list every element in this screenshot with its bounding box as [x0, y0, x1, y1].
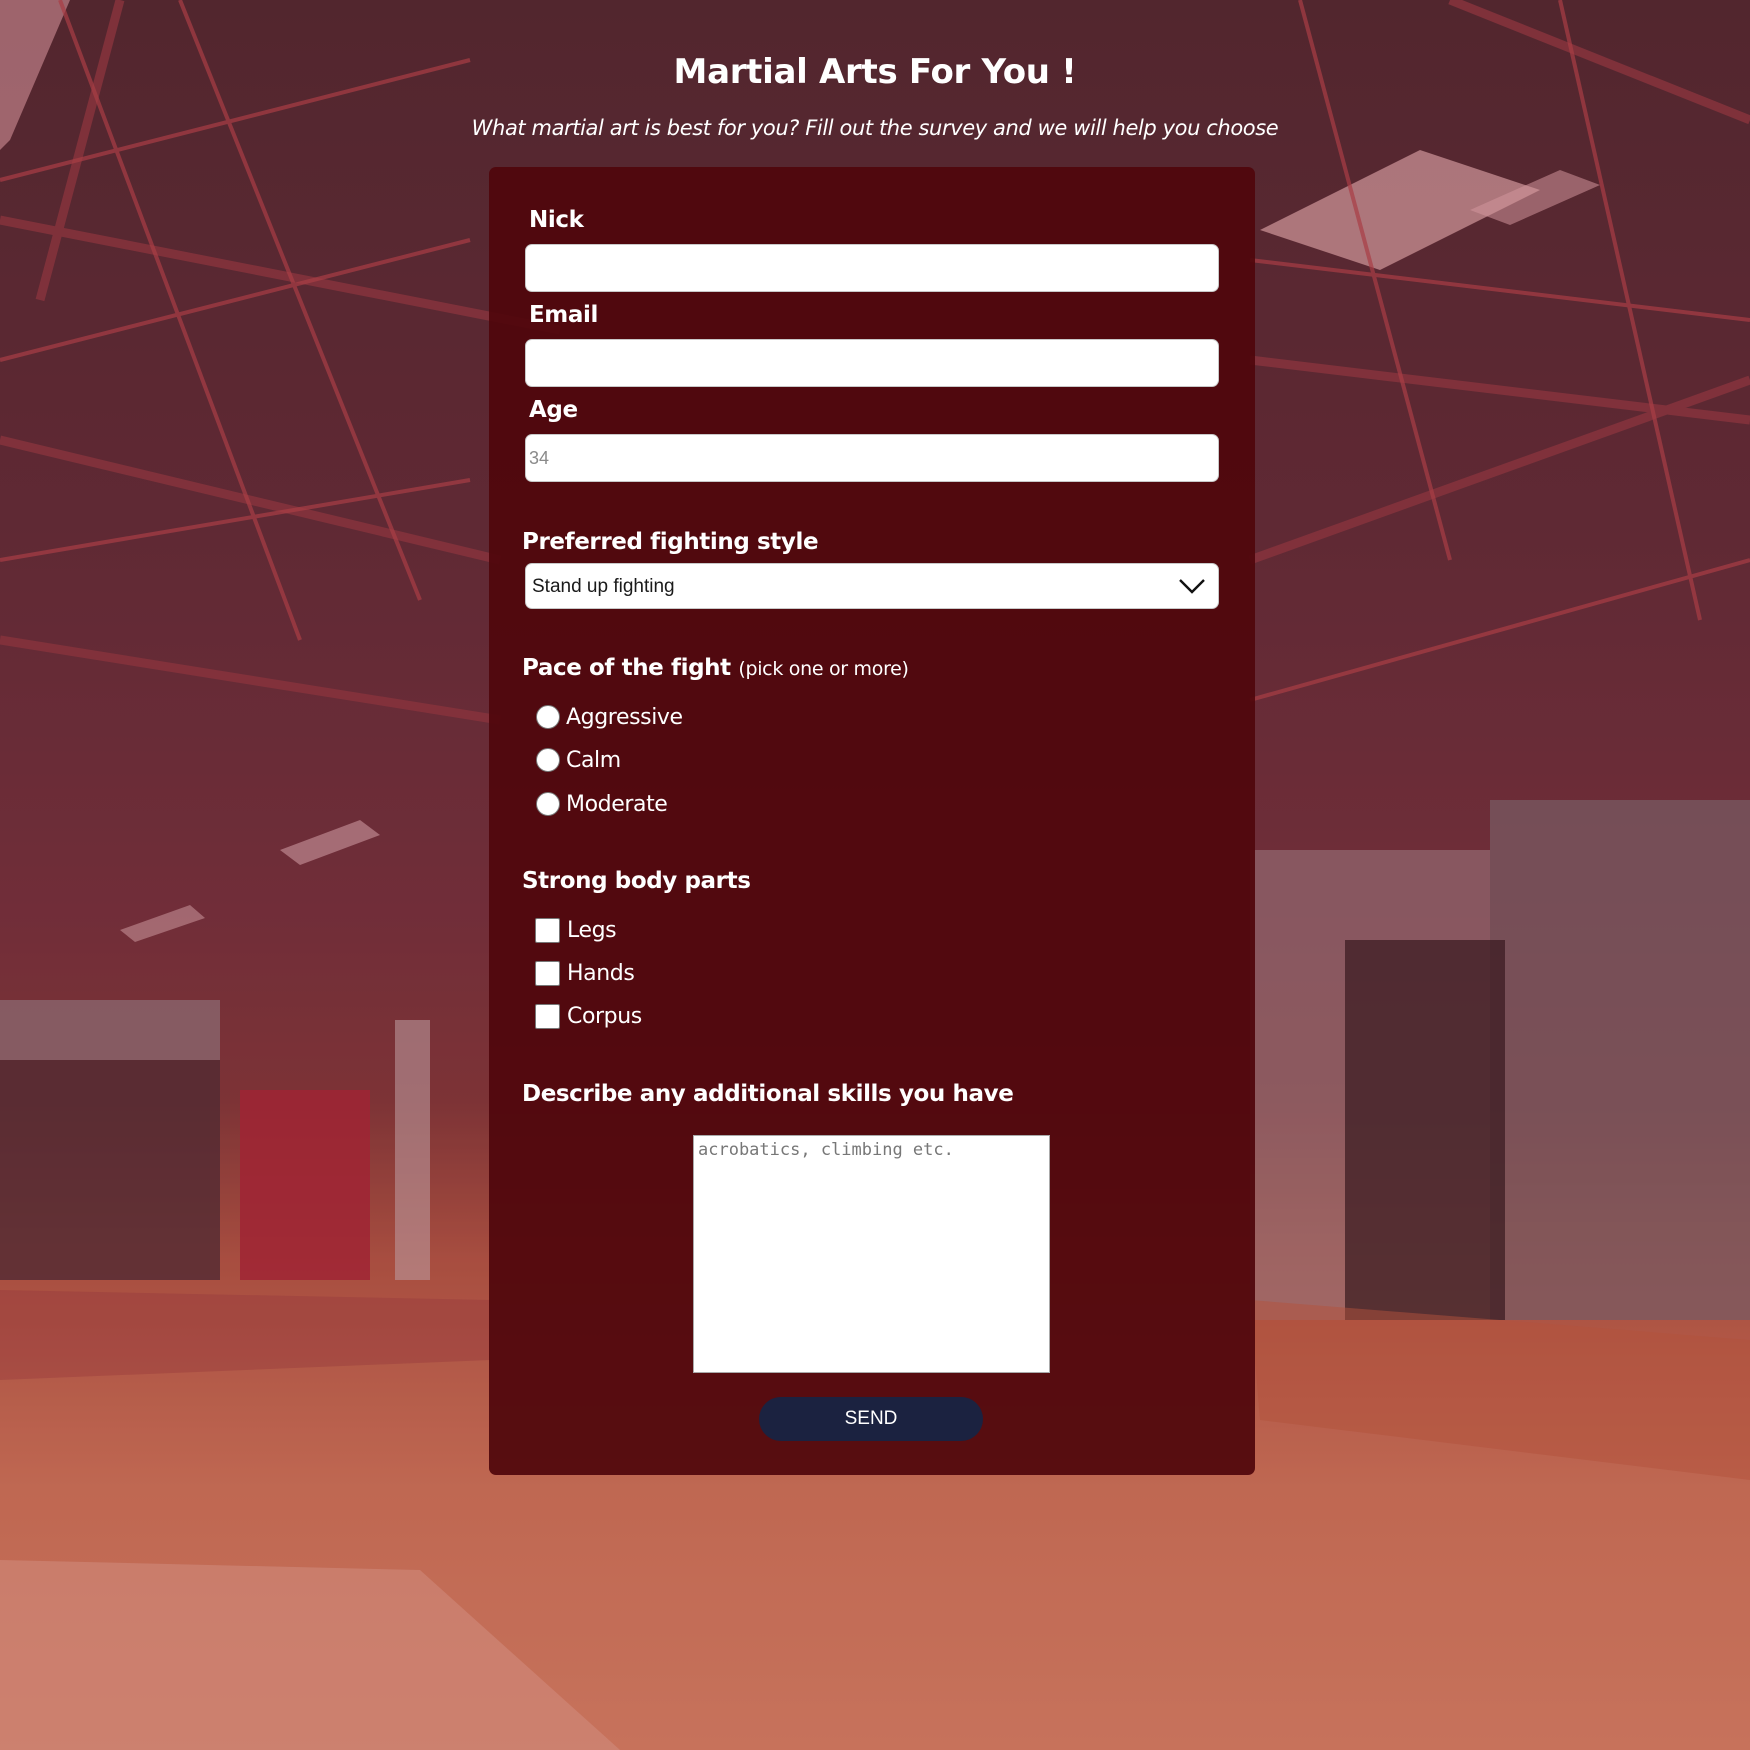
fight-pace-hint: (pick one or more) [738, 658, 909, 680]
fighting-style-select[interactable]: Stand up fighting [525, 563, 1219, 609]
nick-label: Nick [529, 207, 584, 233]
page-subtitle: What martial art is best for you? Fill o… [471, 116, 1279, 140]
fighting-style-selected-value: Stand up fighting [532, 576, 675, 597]
send-button[interactable]: SEND [759, 1397, 983, 1441]
radio-moderate[interactable] [536, 792, 560, 816]
skills-textarea[interactable] [693, 1135, 1050, 1373]
body-part-option-corpus[interactable]: Corpus [535, 1001, 642, 1031]
fight-pace-label-text: Pace of the fight [522, 655, 731, 681]
age-input[interactable] [525, 434, 1219, 482]
checkbox-legs[interactable] [535, 917, 560, 943]
age-label: Age [529, 397, 578, 423]
email-label: Email [529, 302, 598, 328]
body-part-option-label: Corpus [567, 1003, 642, 1029]
pace-option-label: Aggressive [566, 704, 683, 730]
radio-aggressive[interactable] [536, 705, 560, 729]
page-title: Martial Arts For You ! [673, 52, 1077, 92]
chevron-down-icon [1179, 579, 1205, 594]
checkbox-hands[interactable] [535, 960, 560, 986]
pace-option-calm[interactable]: Calm [536, 745, 621, 775]
email-input[interactable] [525, 339, 1219, 387]
body-part-option-label: Legs [567, 917, 617, 943]
body-parts-label: Strong body parts [522, 868, 751, 894]
fighting-style-label: Preferred fighting style [522, 529, 819, 555]
pace-option-aggressive[interactable]: Aggressive [536, 702, 683, 732]
skills-label: Describe any additional skills you have [522, 1081, 1014, 1107]
body-part-option-hands[interactable]: Hands [535, 958, 635, 988]
body-part-option-legs[interactable]: Legs [535, 915, 617, 945]
pace-option-label: Calm [566, 747, 621, 773]
survey-form: Nick Email Age Preferred fighting style … [489, 167, 1255, 1475]
nick-input[interactable] [525, 244, 1219, 292]
pace-option-moderate[interactable]: Moderate [536, 789, 668, 819]
pace-option-label: Moderate [566, 791, 668, 817]
radio-calm[interactable] [536, 748, 560, 772]
checkbox-corpus[interactable] [535, 1003, 560, 1029]
body-part-option-label: Hands [567, 960, 635, 986]
fight-pace-label: Pace of the fight (pick one or more) [522, 655, 909, 681]
